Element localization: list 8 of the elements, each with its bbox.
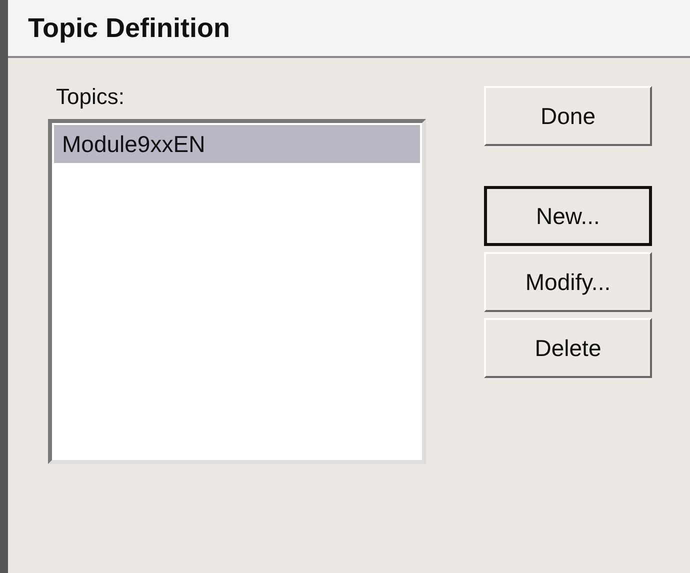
dialog-button[interactable]: Modify...	[484, 252, 652, 312]
topics-label: Topics:	[56, 83, 126, 111]
list-item[interactable]: Module9xxEN	[54, 125, 420, 163]
dialog-button[interactable]: New...	[484, 186, 652, 246]
dialog-button[interactable]: Delete	[484, 318, 652, 378]
window-title: Topic Definition	[28, 12, 230, 45]
topics-list[interactable]: Module9xxEN	[48, 119, 426, 464]
dialog-button[interactable]: Done	[484, 86, 652, 146]
